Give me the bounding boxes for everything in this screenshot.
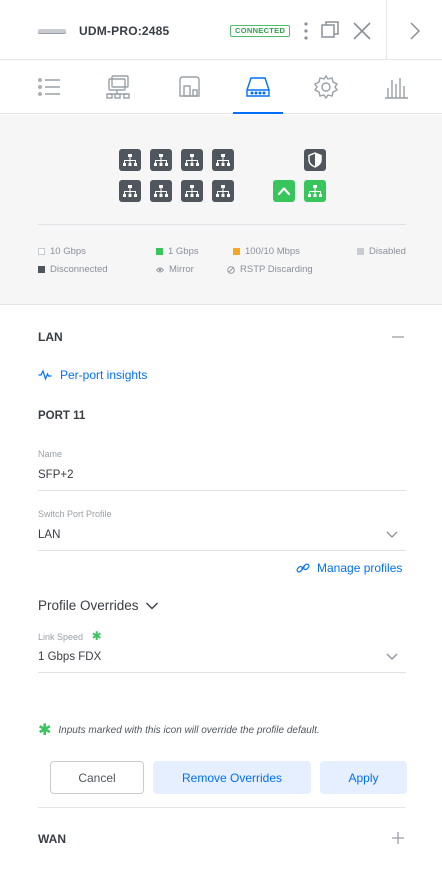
legend-disabled-label: Disabled [369, 246, 406, 257]
tab-ports[interactable] [233, 74, 283, 114]
port-1[interactable] [119, 149, 141, 171]
legend-divider [38, 224, 406, 225]
shield-icon [308, 152, 322, 168]
legend-disabled: Disabled [357, 246, 406, 257]
device-name: UDM-PRO:2485 [79, 24, 170, 38]
link-icon [296, 563, 310, 573]
section-divider [38, 807, 406, 808]
port-3[interactable] [181, 149, 203, 171]
close-icon[interactable] [352, 20, 372, 42]
legend-10gbps: 10 Gbps [38, 246, 86, 257]
network-icon [308, 185, 322, 197]
per-port-insights-link[interactable]: Per-port insights [38, 368, 147, 382]
eye-icon [156, 267, 164, 272]
legend-rstp-label: RSTP Discarding [240, 264, 313, 275]
override-marker-icon: ✱ [38, 722, 52, 739]
blocked-icon [227, 265, 235, 274]
chevron-down-icon [145, 602, 158, 609]
override-note: ✱ Inputs marked with this icon will over… [38, 720, 320, 740]
legend-rstp: RSTP Discarding [227, 264, 313, 275]
swatch-disabled [357, 248, 364, 255]
legend-disconnected-label: Disconnected [50, 264, 108, 275]
name-field-label: Name [38, 449, 63, 459]
profile-select[interactable]: LAN [38, 529, 60, 541]
port-6[interactable] [150, 180, 172, 202]
status-badge: CONNECTED [230, 25, 291, 37]
link-speed-label-text: Link Speed [38, 632, 84, 642]
remove-overrides-button[interactable]: Remove Overrides [153, 761, 311, 794]
port-8[interactable] [212, 180, 234, 202]
legend-mirror-label: Mirror [169, 264, 194, 275]
tab-statistics[interactable] [383, 74, 409, 100]
legend-1gbps: 1 Gbps [156, 246, 199, 257]
apply-button[interactable]: Apply [320, 761, 407, 794]
port-2[interactable] [150, 149, 172, 171]
tab-devices[interactable] [176, 74, 202, 100]
swatch-disconnected [38, 266, 45, 273]
override-note-text: Inputs marked with this icon will overri… [58, 724, 320, 736]
network-topology-icon [106, 75, 130, 99]
collapse-icon[interactable] [391, 330, 405, 347]
uplink-port[interactable] [273, 180, 295, 202]
wan-shield-port[interactable] [304, 149, 326, 171]
header-separator [386, 0, 387, 60]
chevron-down-icon[interactable] [386, 650, 398, 664]
wan-section-title: WAN [38, 832, 66, 846]
kebab-menu-icon[interactable] [296, 20, 316, 42]
tab-settings[interactable] [313, 74, 339, 100]
bar-chart-icon [385, 78, 408, 99]
name-field-underline [38, 490, 406, 491]
chevron-down-icon[interactable] [386, 528, 398, 542]
cancel-button[interactable]: Cancel [50, 761, 144, 794]
profile-overrides-toggle[interactable]: Profile Overrides [38, 598, 159, 613]
legend-mirror: Mirror [156, 264, 194, 275]
link-speed-label: Link Speed ✱ [38, 629, 102, 643]
device-tabs [0, 60, 442, 114]
port-title: PORT 11 [38, 410, 86, 422]
pulse-icon [38, 369, 52, 381]
name-field[interactable]: SFP+2 [38, 469, 73, 481]
up-arrow-icon [277, 187, 291, 196]
override-marker-icon: ✱ [91, 629, 102, 643]
panel-header: UDM-PRO:2485 CONNECTED [0, 0, 442, 60]
manage-profiles-label: Manage profiles [317, 561, 403, 575]
devices-icon [179, 76, 200, 97]
link-speed-underline [38, 672, 406, 673]
legend-1gbps-label: 1 Gbps [168, 246, 199, 257]
expand-icon[interactable] [391, 831, 405, 848]
switch-ports-icon [246, 77, 270, 97]
legend-100mbps-label: 100/10 Mbps [245, 246, 300, 257]
lan-section-title: LAN [38, 330, 63, 344]
port-4[interactable] [212, 149, 234, 171]
port-7[interactable] [181, 180, 203, 202]
swatch-10gbps [38, 248, 45, 255]
list-icon [38, 78, 60, 96]
port-map-panel: 10 Gbps 1 Gbps 100/10 Mbps Disabled Disc… [0, 115, 442, 305]
tab-overview[interactable] [36, 74, 62, 100]
device-thumbnail-icon [38, 29, 66, 34]
chevron-right-icon[interactable] [405, 20, 425, 42]
per-port-insights-label: Per-port insights [60, 368, 148, 382]
link-speed-select[interactable]: 1 Gbps FDX [38, 651, 101, 663]
tab-topology[interactable] [106, 74, 132, 100]
profile-field-label: Switch Port Profile [38, 509, 112, 519]
port-5[interactable] [119, 180, 141, 202]
manage-profiles-link[interactable]: Manage profiles [296, 561, 402, 575]
swatch-100mbps [233, 248, 240, 255]
gear-icon [313, 74, 339, 100]
profile-field-underline [38, 550, 406, 551]
sfp-port[interactable] [304, 180, 326, 202]
swatch-1gbps [156, 248, 163, 255]
legend-10gbps-label: 10 Gbps [50, 246, 86, 257]
profile-overrides-label: Profile Overrides [38, 598, 139, 613]
detach-window-icon[interactable] [320, 20, 340, 42]
legend-disconnected: Disconnected [38, 264, 108, 275]
legend-100mbps: 100/10 Mbps [233, 246, 300, 257]
